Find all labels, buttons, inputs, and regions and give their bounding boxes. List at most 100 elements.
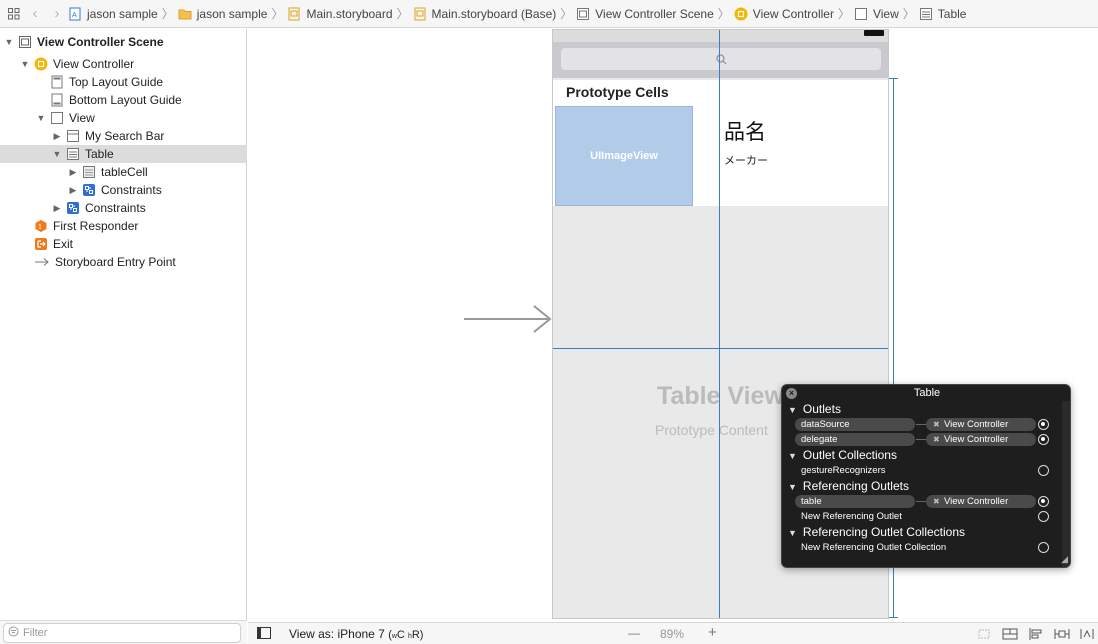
outline-label: Top Layout Guide [69,75,164,89]
pin-icon[interactable] [1054,628,1070,643]
disclosure-expanded-icon[interactable]: ▼ [36,113,46,123]
disclosure-collapsed-icon[interactable]: ▶ [68,167,78,177]
filter-input[interactable]: Filter [3,623,241,643]
disclosure-expanded-icon[interactable]: ▼ [4,37,14,47]
outline-item-storyboard-entry-point[interactable]: Storyboard Entry Point [0,253,247,271]
breadcrumb-table[interactable]: Table [919,6,967,21]
align-icon[interactable] [1028,628,1044,643]
breadcrumb-view[interactable]: View 〉 [854,5,919,22]
outline-item-table-cell[interactable]: ▶ tableCell [0,163,247,181]
outline-item-exit[interactable]: Exit [0,235,247,253]
connection-target[interactable]: ✖ View Controller [926,418,1036,431]
constraints-icon [66,201,80,215]
connection-well-connected[interactable] [1038,434,1049,445]
connection-target[interactable]: ✖ View Controller [926,433,1036,446]
table-cell[interactable]: UIImageView 品名 メーカー [553,104,888,206]
outlet-row-table[interactable]: table ✖ View Controller [782,494,1064,509]
outline-item-view-controller[interactable]: ▼ View Controller [0,55,247,73]
section-referencing-outlet-collections[interactable]: ▼ Referencing Outlet Collections [782,524,1064,540]
breadcrumb-folder[interactable]: jason sample 〉 [178,5,288,22]
breadcrumb-label: Table [937,6,967,21]
target-label: View Controller [944,496,1009,507]
ui-image-view[interactable]: UIImageView [555,106,693,206]
view-controller-icon [734,7,748,20]
connections-popover[interactable]: × Table ▼ Outlets dataSource ✖ View Contro… [781,384,1071,568]
size-class-c: C [396,629,405,641]
prototype-cells-header: Prototype Cells [553,80,888,104]
outline-item-bottom-layout-guide[interactable]: Bottom Layout Guide [0,91,247,109]
search-field[interactable] [561,48,881,70]
section-outlet-collections[interactable]: ▼ Outlet Collections [782,447,1064,463]
outlet-row-gesture-recognizers[interactable]: gestureRecognizers [782,463,1064,478]
canvas-bottom-bar: View as: iPhone 7 (wC hR) — 89% + [248,622,1098,644]
cell-title-label[interactable]: 品名 [724,116,766,146]
scene-icon [18,35,32,49]
connection-well-empty[interactable] [1038,465,1049,476]
outline-item-top-layout-guide[interactable]: Top Layout Guide [0,73,247,91]
outlet-name: dataSource [795,418,915,431]
connection-well-empty[interactable] [1038,511,1049,522]
section-label: Outlets [802,402,841,416]
remove-connection-icon[interactable]: ✖ [933,418,940,431]
stack-icon[interactable] [1002,628,1018,643]
outlet-row-datasource[interactable]: dataSource ✖ View Controller [782,417,1064,432]
outlet-row-delegate[interactable]: delegate ✖ View Controller [782,432,1064,447]
remove-connection-icon[interactable]: ✖ [933,433,940,446]
chevron-right-icon: 〉 [161,7,174,21]
disclosure-collapsed-icon[interactable]: ▶ [52,203,62,213]
outlet-row-new-referencing-outlet-collection[interactable]: New Referencing Outlet Collection [782,540,1064,555]
svg-text:1: 1 [38,224,42,231]
disclosure-expanded-icon: ▼ [788,405,797,415]
zoom-level: 89% [660,627,685,641]
disclosure-collapsed-icon[interactable]: ▶ [52,131,62,141]
outline-item-first-responder[interactable]: 1 First Responder [0,217,247,235]
remove-connection-icon[interactable]: ✖ [933,495,940,508]
search-icon [715,53,726,64]
section-referencing-outlets[interactable]: ▼ Referencing Outlets [782,478,1064,494]
cell-subtitle-label[interactable]: メーカー [724,152,768,168]
related-items-icon[interactable] [4,4,24,24]
breadcrumb-storyboard[interactable]: Main.storyboard 〉 [287,5,412,22]
outline-item-view-constraints[interactable]: ▶ Constraints [0,199,247,217]
storyboard-entry-arrow[interactable] [462,304,554,334]
table-cell-icon [82,165,96,179]
disclosure-collapsed-icon[interactable]: ▶ [68,185,78,195]
connection-well-connected[interactable] [1038,419,1049,430]
back-icon[interactable]: ‹ [24,5,46,22]
resolve-issues-icon[interactable] [1080,628,1094,643]
outline-label: Constraints [101,183,162,197]
breadcrumb-label: Main.storyboard (Base) [431,6,557,21]
table-view-placeholder-subtitle: Prototype Content [655,422,768,438]
breadcrumb-view-controller[interactable]: View Controller 〉 [734,5,854,22]
breadcrumb-project[interactable]: A jason sample 〉 [68,5,178,22]
connection-well-connected[interactable] [1038,496,1049,507]
connection-target[interactable]: ✖ View Controller [926,495,1036,508]
section-label: Referencing Outlet Collections [802,525,966,539]
view-as-device[interactable]: View as: iPhone 7 (wC hR) [289,627,423,641]
filter-bar: Filter [0,620,247,644]
zoom-out-button[interactable]: — [628,626,640,640]
resize-handle-icon[interactable]: ◢ [1061,554,1068,565]
forward-icon[interactable]: › [46,5,68,22]
section-outlets[interactable]: ▼ Outlets [782,401,1064,417]
outline-label: View Controller Scene [37,35,164,49]
document-outline: ▼ View Controller Scene ▼ View Controlle… [0,29,247,644]
outline-item-view[interactable]: ▼ View [0,109,247,127]
outline-item-table[interactable]: ▼ Table [0,145,247,163]
outline-label: tableCell [101,165,148,179]
connection-well-empty[interactable] [1038,542,1049,553]
my-search-bar[interactable] [553,42,888,78]
update-frames-icon[interactable] [976,628,992,643]
outline-item-my-search-bar[interactable]: ▶ My Search Bar [0,127,247,145]
breadcrumb-scene[interactable]: View Controller Scene 〉 [576,5,734,22]
outlet-row-new-referencing-outlet[interactable]: New Referencing Outlet [782,509,1064,524]
disclosure-expanded-icon[interactable]: ▼ [20,59,30,69]
breadcrumb-storyboard-base[interactable]: Main.storyboard (Base) 〉 [413,5,577,22]
disclosure-expanded-icon: ▼ [788,482,797,492]
disclosure-expanded-icon[interactable]: ▼ [52,149,62,159]
outline-item-table-constraints[interactable]: ▶ Constraints [0,181,247,199]
outline-item-view-controller-scene[interactable]: ▼ View Controller Scene [0,33,247,51]
view-as-label: View as: iPhone 7 [289,627,385,641]
toggle-outline-icon[interactable] [257,627,271,642]
zoom-in-button[interactable]: + [708,624,717,641]
